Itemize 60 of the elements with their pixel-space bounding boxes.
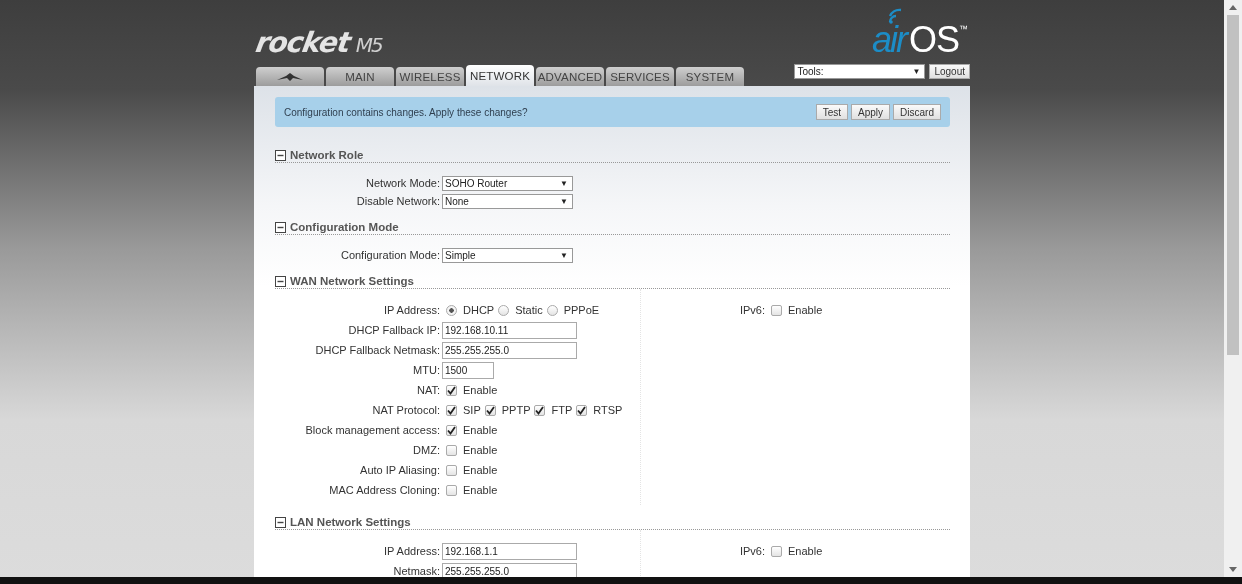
dropdown[interactable]: Simple ▼	[442, 247, 573, 263]
input-field[interactable]: 192.168.1.1	[442, 542, 577, 560]
input-field[interactable]: 192.168.10.11	[442, 321, 577, 339]
action-button[interactable]: Test	[815, 104, 849, 120]
option-label: Static	[515, 304, 543, 316]
tools-dropdown[interactable]: Tools: ▼	[794, 64, 926, 79]
section-title: Configuration Mode	[290, 221, 399, 233]
field-label: DHCP Fallback Netmask:	[314, 344, 441, 356]
input-field[interactable]: 255.255.255.0	[442, 341, 577, 359]
logout-button[interactable]: Logout	[929, 64, 970, 79]
option-label: FTP	[551, 404, 573, 416]
field-label: Netmask:	[392, 565, 441, 577]
tab[interactable]: ADVANCED	[536, 67, 604, 86]
brand-os: OS	[909, 24, 959, 56]
option-label: Enable	[463, 444, 498, 456]
option-label: Enable	[463, 464, 498, 476]
input-field[interactable]: 255.255.255.0	[442, 562, 577, 577]
option-label: Enable	[463, 424, 498, 436]
input-field[interactable]: 1500	[442, 361, 494, 379]
field-label: IPv6:	[738, 304, 766, 316]
field-label: DMZ:	[412, 444, 441, 456]
dropdown[interactable]: None ▼	[442, 193, 573, 209]
field-label: NAT Protocol:	[371, 404, 441, 416]
action-button[interactable]: Discard	[893, 104, 941, 120]
section-title: WAN Network Settings	[290, 275, 414, 287]
field-label: Disable Network:	[355, 195, 441, 207]
field-label: Block management access:	[304, 424, 441, 436]
field-label: IP Address:	[382, 545, 441, 557]
action-button[interactable]: Apply	[851, 104, 891, 120]
option-label: SIP	[463, 404, 481, 416]
section-title: Network Role	[290, 149, 364, 161]
option-label: PPPoE	[563, 304, 600, 316]
tab[interactable]: MAIN	[326, 67, 394, 86]
option-label: PPTP	[501, 404, 531, 416]
field-label: Configuration Mode:	[339, 249, 441, 261]
option-label: DHCP	[463, 304, 495, 316]
field-label: Auto IP Aliasing:	[359, 464, 441, 476]
tab[interactable]: NETWORK	[466, 65, 534, 86]
product-logo: rocket	[253, 29, 353, 57]
tab[interactable]: WIRELESS	[396, 67, 464, 86]
field-label: MAC Address Cloning:	[328, 484, 441, 496]
brand-air: air	[871, 24, 906, 56]
field-label: DHCP Fallback IP:	[347, 324, 441, 336]
field-label: NAT:	[415, 384, 441, 396]
option-label: Enable	[463, 484, 498, 496]
tab[interactable]: SERVICES	[606, 67, 674, 86]
field-label: IP Address:	[382, 304, 441, 316]
option-label: Enable	[463, 384, 498, 396]
option-label: Enable	[788, 304, 823, 316]
model-name: M5	[355, 35, 382, 55]
field-label: IPv6:	[738, 545, 766, 557]
tab[interactable]: SYSTEM	[676, 67, 744, 86]
field-label: MTU:	[412, 364, 441, 376]
dropdown[interactable]: SOHO Router ▼	[442, 175, 573, 191]
field-label: Network Mode:	[365, 177, 441, 189]
option-label: Enable	[788, 545, 823, 557]
option-label: RTSP	[593, 404, 623, 416]
section-title: LAN Network Settings	[290, 516, 411, 528]
alert-message: Configuration contains changes. Apply these changes?	[284, 106, 528, 118]
trademark: ™	[959, 24, 968, 34]
